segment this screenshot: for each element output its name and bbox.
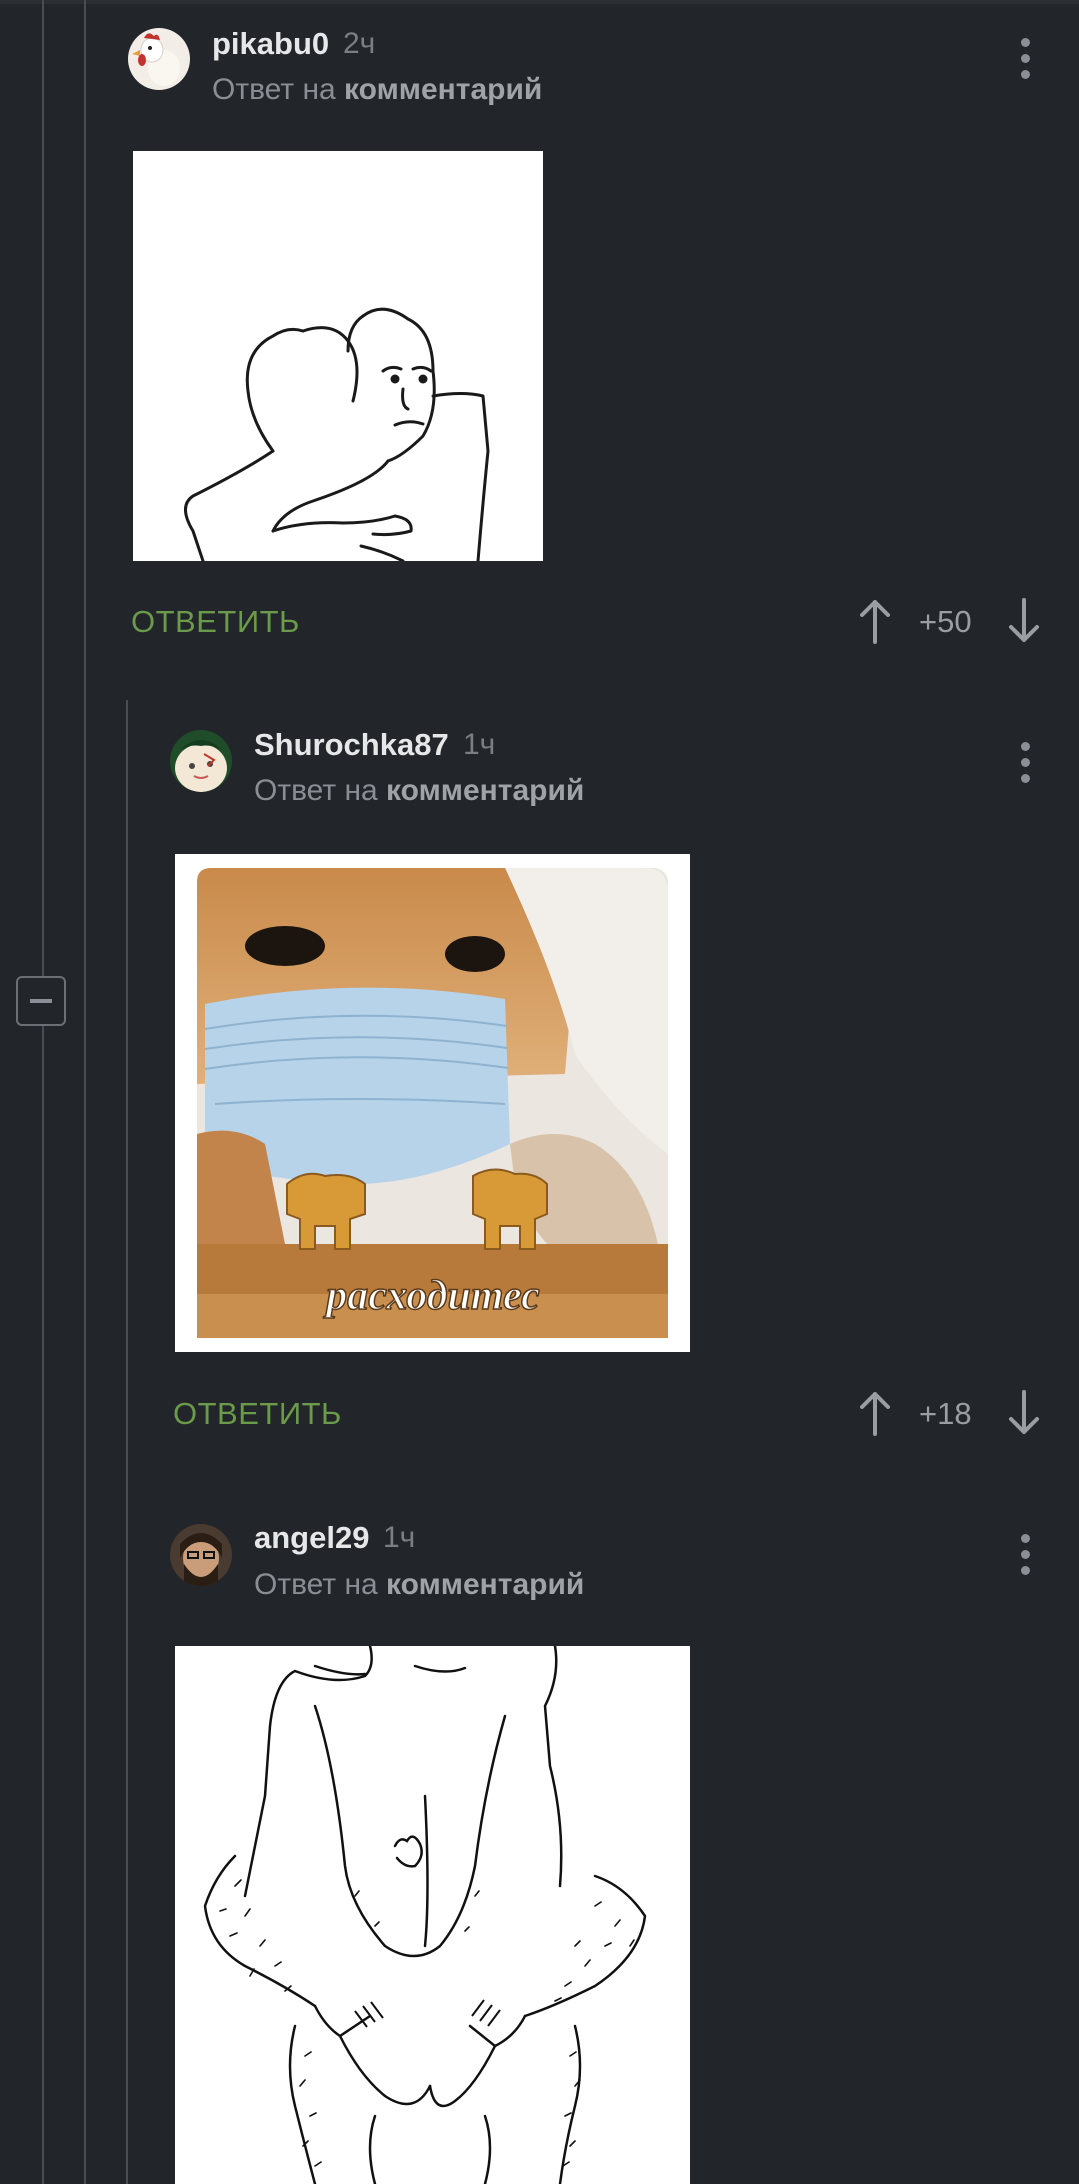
username[interactable]: angel29 (254, 1520, 369, 1556)
more-vert-icon[interactable] (1019, 1534, 1031, 1580)
username[interactable]: pikabu0 (212, 26, 329, 62)
reply-to-link[interactable]: комментарий (386, 774, 584, 807)
upvote-arrow-icon[interactable] (858, 598, 892, 644)
avatar[interactable] (128, 28, 190, 90)
image-caption: расходитес (323, 1273, 540, 1319)
sketch-drawing-image (175, 1646, 690, 2184)
comment-image[interactable] (175, 1646, 690, 2184)
dog-in-mask-image: расходитес (175, 854, 690, 1352)
comment-image[interactable] (133, 151, 543, 561)
rating-value: +18 (919, 1396, 972, 1431)
upvote-arrow-icon[interactable] (858, 1390, 892, 1436)
comment-shurochka87: Shurochka87 1ч Ответ на комментарий расх… (0, 700, 1079, 1490)
more-vert-icon[interactable] (1019, 38, 1031, 84)
comment-time: 1ч (383, 1521, 416, 1554)
reply-to-prefix: Ответ на (254, 774, 378, 807)
username[interactable]: Shurochka87 (254, 727, 449, 763)
comment-angel29: angel29 1ч Ответ на комментарий (0, 1490, 1079, 2184)
downvote-arrow-icon[interactable] (1007, 598, 1041, 644)
reply-button[interactable]: ОТВЕТИТЬ (173, 1396, 342, 1432)
reply-to-prefix: Ответ на (254, 1568, 378, 1601)
reply-to-line: Ответ на комментарий (254, 774, 584, 808)
avatar[interactable] (170, 730, 232, 792)
comment-time: 2ч (343, 27, 376, 60)
rating-value: +50 (919, 604, 972, 639)
reply-to-link[interactable]: комментарий (344, 73, 542, 106)
downvote-arrow-icon[interactable] (1007, 1390, 1041, 1436)
avatar[interactable] (170, 1524, 232, 1586)
reply-to-line: Ответ на комментарий (254, 1568, 584, 1602)
comments-page: pikabu0 2ч Ответ на комментарий ОТВЕТИТЬ… (0, 0, 1079, 2184)
reply-button[interactable]: ОТВЕТИТЬ (131, 604, 300, 640)
more-vert-icon[interactable] (1019, 742, 1031, 788)
comment-pikabu0: pikabu0 2ч Ответ на комментарий ОТВЕТИТЬ… (0, 0, 1079, 700)
hugging-wojak-image (133, 151, 543, 561)
reply-to-link[interactable]: комментарий (386, 1568, 584, 1601)
comment-image[interactable]: расходитес (175, 854, 690, 1352)
reply-to-prefix: Ответ на (212, 73, 336, 106)
reply-to-line: Ответ на комментарий (212, 73, 542, 107)
comment-time: 1ч (463, 728, 496, 761)
